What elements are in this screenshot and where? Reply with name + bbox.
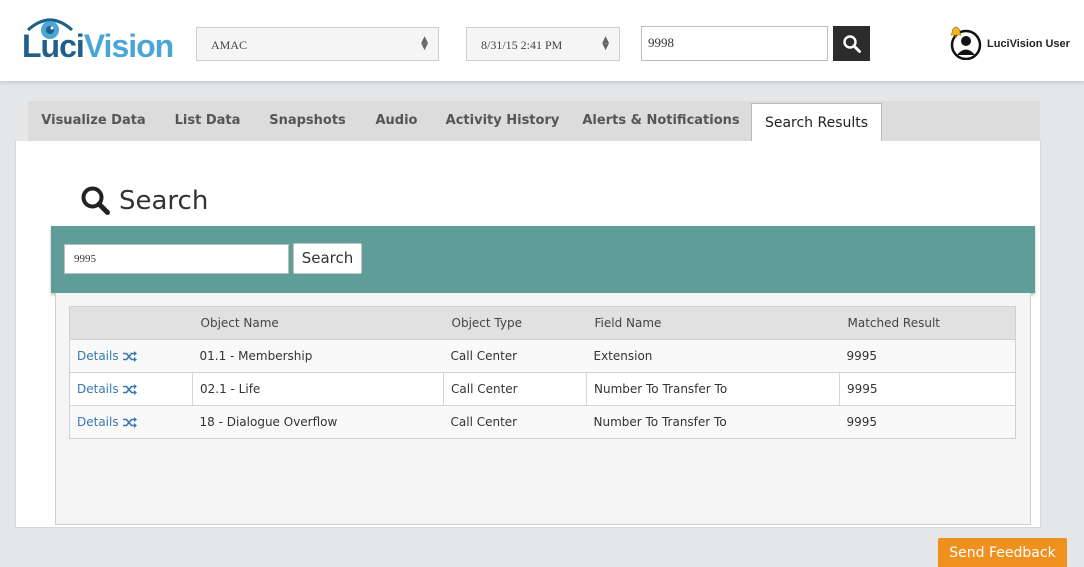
- user-menu[interactable]: LuciVision User: [950, 26, 1070, 61]
- details-link[interactable]: Details: [77, 415, 137, 429]
- avatar: [950, 26, 982, 61]
- tab-list-data[interactable]: List Data: [159, 101, 256, 141]
- tab-audio[interactable]: Audio: [359, 101, 434, 141]
- user-name: LuciVision User: [987, 38, 1070, 50]
- matched-result-cell: 9995: [839, 405, 1016, 439]
- column-header-object-name: Object Name: [192, 306, 444, 340]
- logo-text: LuciVision: [22, 28, 174, 64]
- page-title: Search: [80, 185, 208, 216]
- object-name-cell: 01.1 - Membership: [192, 339, 444, 373]
- field-name-cell: Number To Transfer To: [586, 372, 840, 406]
- chevron-updown-icon: ▲ ▼: [421, 35, 428, 52]
- search-button[interactable]: Search: [293, 243, 362, 274]
- details-cell: Details: [69, 405, 193, 439]
- object-type-cell: Call Center: [443, 339, 587, 373]
- top-search-value: 9998: [648, 35, 674, 50]
- main-tabs: Visualize Data List Data Snapshots Audio…: [28, 101, 1040, 144]
- search-icon: [842, 34, 861, 53]
- table-row: Details 01.1 - Membership Call Center Ex…: [69, 339, 1016, 373]
- table-row: Details 18 - Dialogue Overflow Call Cent…: [69, 405, 1016, 439]
- organization-select-value: AMAC: [211, 38, 248, 52]
- column-header-matched-result: Matched Result: [839, 306, 1016, 340]
- bell-icon[interactable]: [950, 26, 962, 38]
- details-link[interactable]: Details: [77, 349, 137, 363]
- search-icon: [81, 186, 110, 215]
- object-type-cell: Call Center: [443, 372, 587, 406]
- top-search-button[interactable]: [833, 26, 870, 61]
- details-cell: Details: [69, 339, 193, 373]
- details-link[interactable]: Details: [77, 382, 137, 396]
- matched-result-cell: 9995: [839, 372, 1016, 406]
- table-row: Details 02.1 - Life Call Center Number T…: [69, 372, 1016, 406]
- object-name-cell: 18 - Dialogue Overflow: [192, 405, 444, 439]
- column-header-field-name: Field Name: [586, 306, 840, 340]
- field-name-cell: Number To Transfer To: [586, 405, 840, 439]
- tab-search-results[interactable]: Search Results: [751, 103, 882, 144]
- top-search-input[interactable]: 9998: [641, 26, 828, 61]
- page-title-text: Search: [119, 185, 209, 216]
- details-cell: Details: [69, 372, 193, 406]
- tab-snapshots[interactable]: Snapshots: [256, 101, 359, 141]
- shuffle-icon: [122, 350, 137, 362]
- object-type-cell: Call Center: [443, 405, 587, 439]
- column-header: [69, 306, 193, 340]
- column-header-object-type: Object Type: [443, 306, 587, 340]
- shuffle-icon: [122, 416, 137, 428]
- top-header: LuciVision AMAC ▲ ▼ 8/31/15 2:41 PM ▲ ▼ 99…: [0, 0, 1084, 82]
- logo-luci: Luci: [22, 28, 85, 64]
- object-name-cell: 02.1 - Life: [192, 372, 444, 406]
- details-label: Details: [77, 349, 119, 363]
- chevron-updown-icon: ▲ ▼: [602, 35, 609, 52]
- results-table: Object Name Object Type Field Name Match…: [69, 306, 1016, 439]
- date-select-value: 8/31/15 2:41 PM: [481, 38, 563, 52]
- table-header-row: Object Name Object Type Field Name Match…: [69, 306, 1016, 340]
- matched-result-cell: 9995: [839, 339, 1016, 373]
- logo-vision: Vision: [83, 28, 174, 64]
- date-select[interactable]: 8/31/15 2:41 PM ▲ ▼: [466, 27, 620, 61]
- tab-activity-history[interactable]: Activity History: [434, 101, 571, 141]
- send-feedback-button[interactable]: Send Feedback: [938, 538, 1067, 567]
- search-input[interactable]: 9995: [64, 244, 289, 274]
- details-label: Details: [77, 415, 119, 429]
- details-label: Details: [77, 382, 119, 396]
- field-name-cell: Extension: [586, 339, 840, 373]
- search-input-value: 9995: [74, 253, 96, 265]
- tab-alerts-notifications[interactable]: Alerts & Notifications: [571, 101, 751, 141]
- tab-visualize-data[interactable]: Visualize Data: [28, 101, 159, 141]
- shuffle-icon: [122, 383, 137, 395]
- lucivision-logo[interactable]: LuciVision: [22, 14, 174, 66]
- organization-select[interactable]: AMAC ▲ ▼: [196, 27, 439, 61]
